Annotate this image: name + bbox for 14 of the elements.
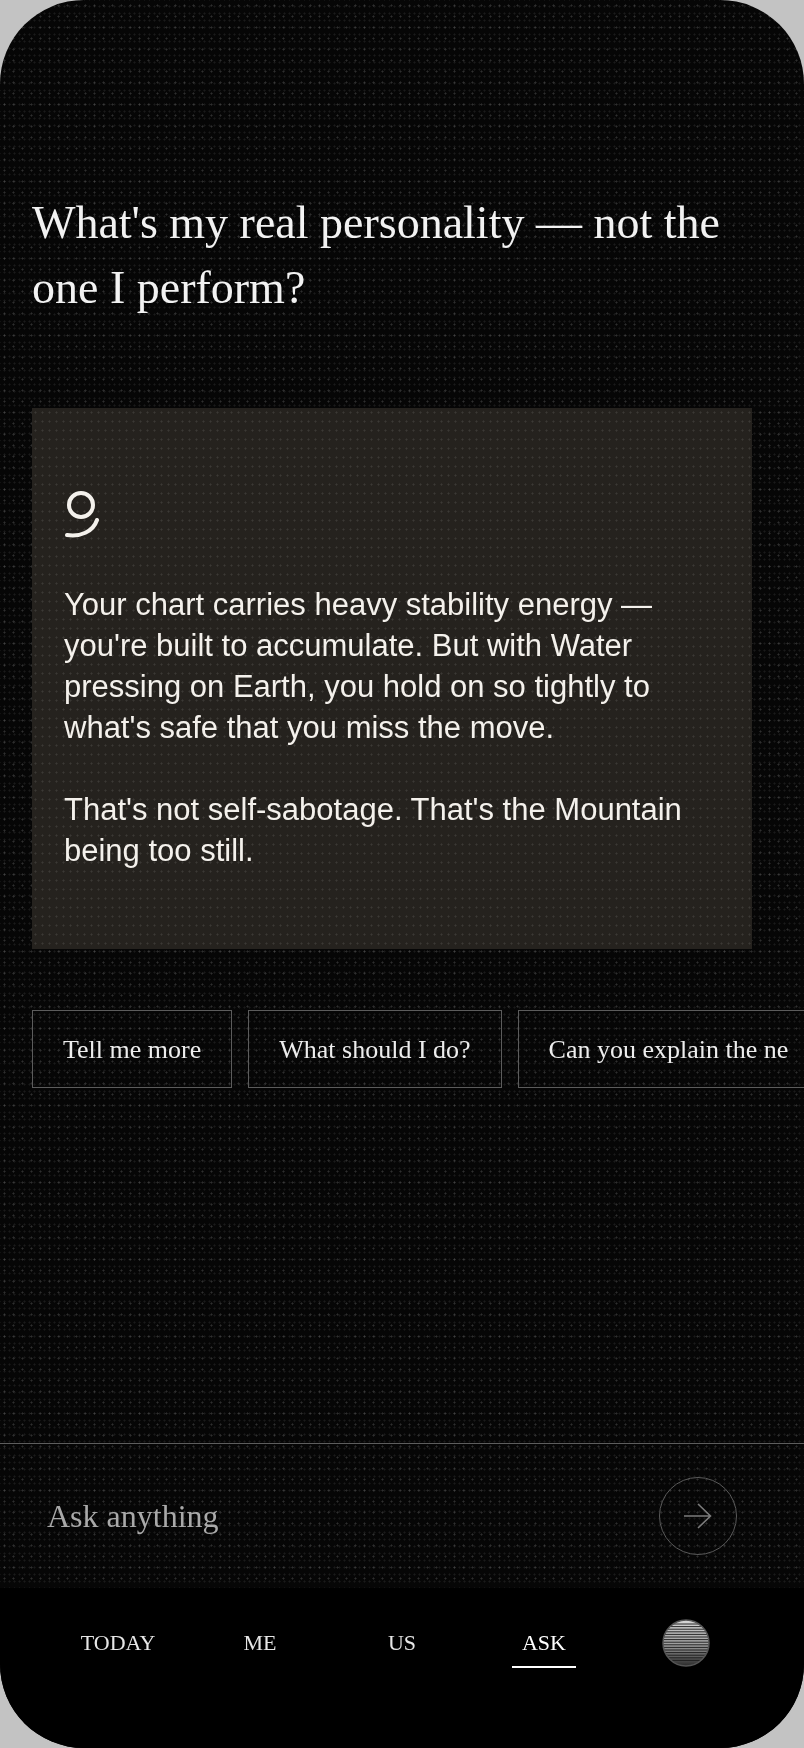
nav-tab[interactable]: US [377,1630,427,1668]
arrow-right-icon [684,1503,712,1529]
logo-icon [64,490,100,538]
striped-orb-icon[interactable] [662,1619,710,1667]
nav-tab[interactable]: TODAY [70,1630,166,1668]
suggestion-chip[interactable]: What should I do? [248,1010,502,1088]
suggestion-chip[interactable]: Tell me more [32,1010,233,1088]
answer-paragraph: That's not self-sabotage. That's the Mountain being too still. [64,791,683,870]
question-title: What's my real personality — not the one I perform? [31,196,721,315]
nav-tab[interactable]: ASK [512,1630,576,1668]
suggestion-chip[interactable]: Can you explain the ne [517,1010,804,1088]
answer-paragraph: Your chart carries heavy stability energy — you're built to accumulate. But with Water pressing on Earth, you hold on so tightly to what's safe that you miss the move. [64,586,654,747]
ask-input-field[interactable]: Ask anything [47,1492,635,1540]
nav-tab[interactable]: ME [233,1630,287,1668]
